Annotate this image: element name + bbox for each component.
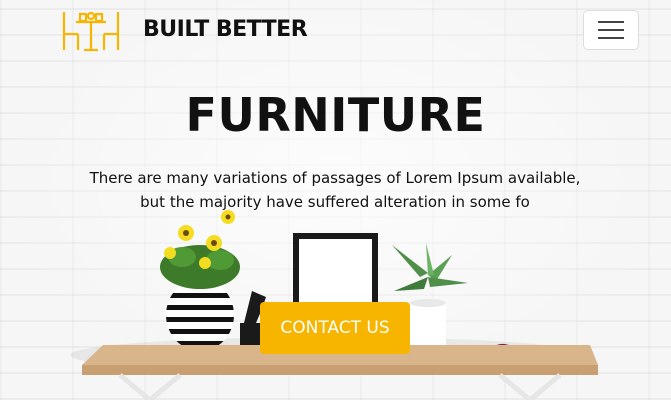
hero-subtitle: There are many variations of passages of… <box>89 169 581 211</box>
navbar: BUILT BETTER <box>0 0 671 62</box>
flower-vase <box>160 210 240 351</box>
table-chairs-icon[interactable] <box>60 8 122 52</box>
hamburger-menu-icon <box>598 21 624 23</box>
contact-us-button[interactable]: CONTACT US <box>260 302 410 354</box>
page-title: FURNITURE <box>185 88 486 142</box>
menu-toggle-button[interactable] <box>583 10 639 50</box>
brand-name[interactable]: BUILT BETTER <box>143 17 308 42</box>
